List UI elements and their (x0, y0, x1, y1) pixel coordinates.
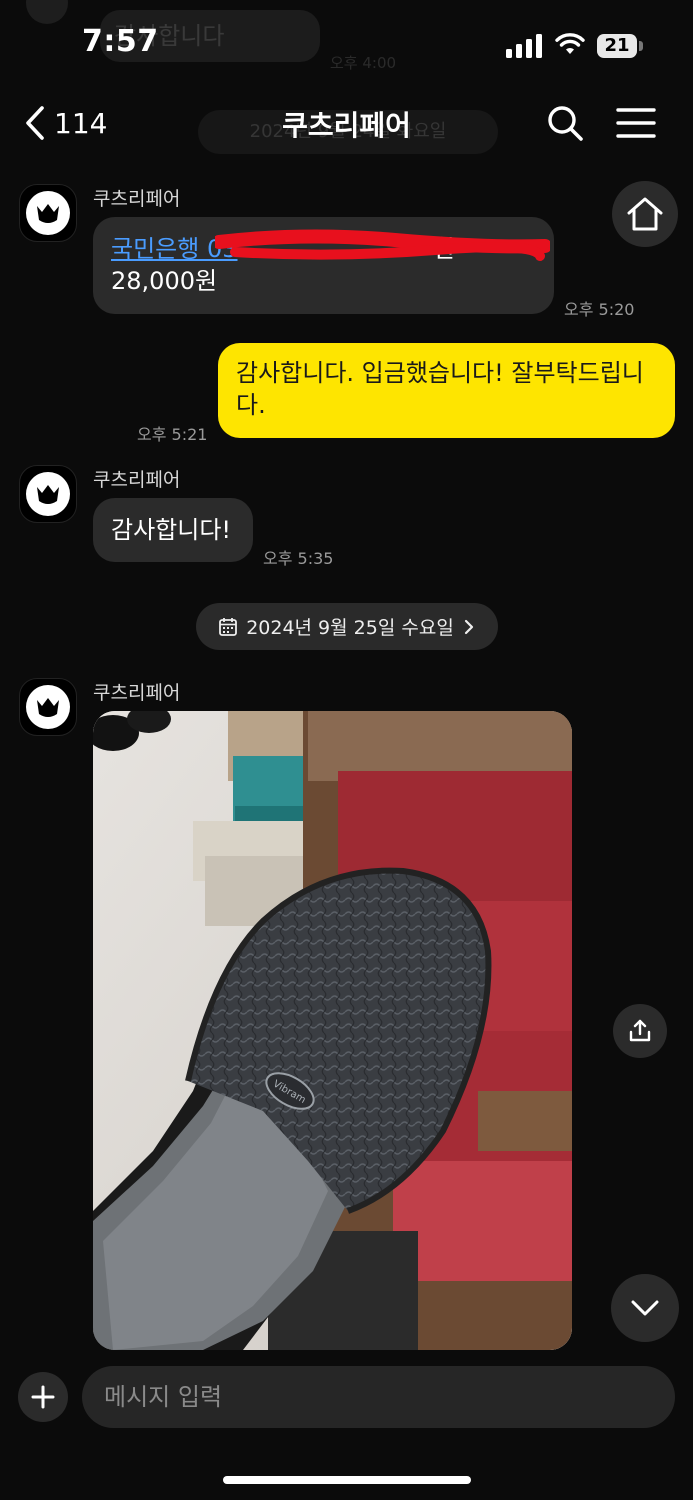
share-icon (629, 1019, 651, 1042)
date-separator[interactable]: 2024년 9월 25일 수요일 (196, 603, 498, 650)
message-bubble: 감사합니다! (93, 498, 253, 562)
cellular-signal-icon (506, 34, 542, 58)
battery-tip (639, 41, 643, 51)
menu-icon[interactable] (616, 106, 656, 140)
battery-indicator: 21 (597, 34, 637, 58)
calendar-icon (219, 617, 238, 636)
shoe-sole-photo[interactable]: Vibram (93, 711, 572, 1350)
message-input[interactable] (82, 1366, 675, 1428)
avatar[interactable] (19, 184, 77, 242)
plus-icon (31, 1385, 55, 1409)
wifi-icon (555, 33, 585, 54)
redaction-scribble (215, 229, 550, 261)
my-message-bubble: 감사합니다. 입금했습니다! 잘부탁드립니다. (218, 343, 675, 438)
logo-icon (26, 191, 70, 235)
share-button[interactable] (613, 1004, 667, 1058)
logo-icon (26, 472, 70, 516)
attach-button[interactable] (18, 1372, 68, 1422)
date-label: 2024년 9월 25일 수요일 (246, 617, 454, 639)
search-icon[interactable] (546, 104, 584, 142)
status-time: 7:57 (82, 24, 159, 59)
logo-icon (26, 685, 70, 729)
sender-name: 쿠츠리페어 (93, 682, 181, 704)
chevron-down-icon (631, 1300, 659, 1316)
home-indicator (223, 1476, 471, 1484)
chat-title: 쿠츠리페어 (282, 109, 411, 142)
shoe-sole-image: Vibram (93, 711, 572, 1350)
home-button[interactable] (612, 181, 678, 247)
ghost-avatar (26, 0, 68, 24)
scroll-to-bottom-button[interactable] (611, 1274, 679, 1342)
message-time: 오후 5:35 (263, 549, 334, 568)
message-time: 오후 5:20 (564, 300, 635, 319)
amount-text: 28,000원 (111, 267, 218, 295)
home-icon (627, 197, 663, 231)
sender-name: 쿠츠리페어 (93, 469, 181, 491)
chevron-right-icon (464, 619, 473, 634)
ghost-message-time: 오후 4:00 (330, 54, 397, 72)
message-time: 오후 5:21 (137, 425, 208, 444)
sender-name: 쿠츠리페어 (93, 188, 181, 210)
avatar[interactable] (19, 465, 77, 523)
avatar[interactable] (19, 678, 77, 736)
